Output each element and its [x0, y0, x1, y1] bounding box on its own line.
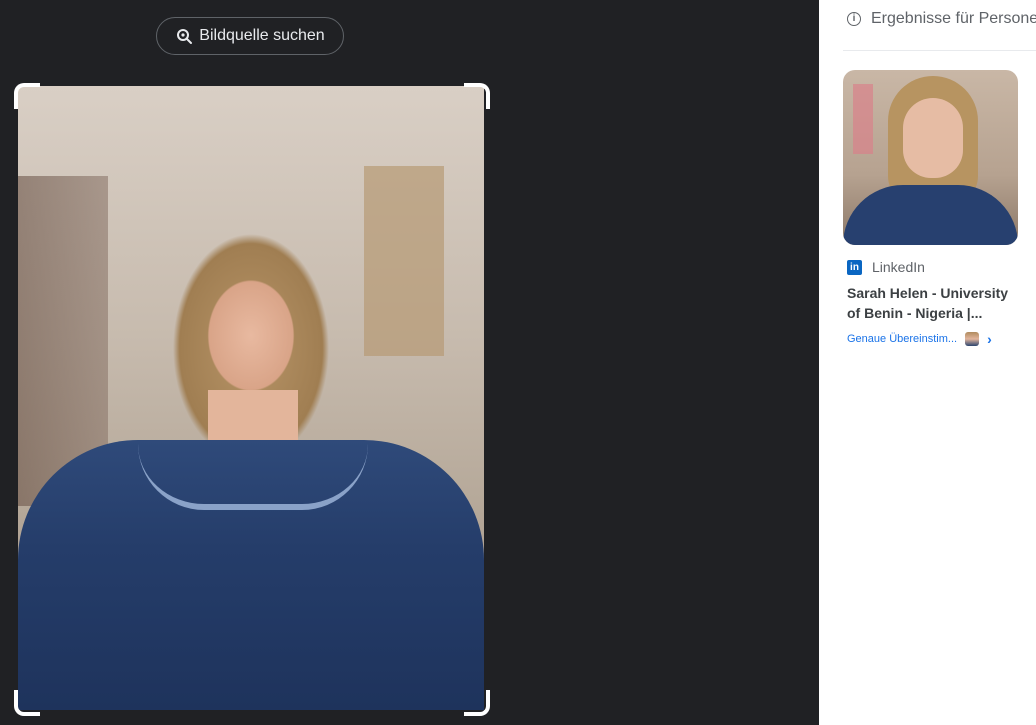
linkedin-icon: in [847, 259, 862, 275]
result-source: in LinkedIn [847, 259, 1019, 275]
results-header-label: Ergebnisse für Personen [871, 10, 1036, 27]
image-viewer-pane: Bildquelle suchen [0, 0, 819, 725]
result-title[interactable]: Sarah Helen - University of Benin - Nige… [847, 283, 1019, 323]
divider [843, 50, 1036, 51]
exact-match-label: Genaue Übereinstim... [847, 333, 958, 345]
match-thumbnail [965, 332, 980, 346]
results-panel: i Ergebnisse für Personen in LinkedIn Sa… [819, 0, 1036, 725]
portrait-photo [18, 86, 484, 710]
crop-handle-top-right[interactable] [464, 83, 490, 109]
crop-handle-bottom-right[interactable] [464, 690, 490, 716]
find-image-source-label: Bildquelle suchen [199, 27, 325, 44]
result-card[interactable]: in LinkedIn Sarah Helen - University of … [843, 70, 1019, 347]
lens-search-icon [175, 27, 193, 45]
result-source-name: LinkedIn [872, 259, 925, 275]
exact-match-link[interactable]: Genaue Übereinstim... › [847, 331, 1019, 347]
info-icon[interactable]: i [847, 12, 861, 26]
crop-handle-top-left[interactable] [14, 83, 40, 109]
find-image-source-button[interactable]: Bildquelle suchen [156, 17, 344, 55]
chevron-right-icon: › [987, 331, 992, 347]
result-thumbnail[interactable] [843, 70, 1018, 245]
results-header: i Ergebnisse für Personen [847, 10, 1036, 28]
crop-handle-bottom-left[interactable] [14, 690, 40, 716]
selected-image[interactable] [18, 86, 484, 710]
